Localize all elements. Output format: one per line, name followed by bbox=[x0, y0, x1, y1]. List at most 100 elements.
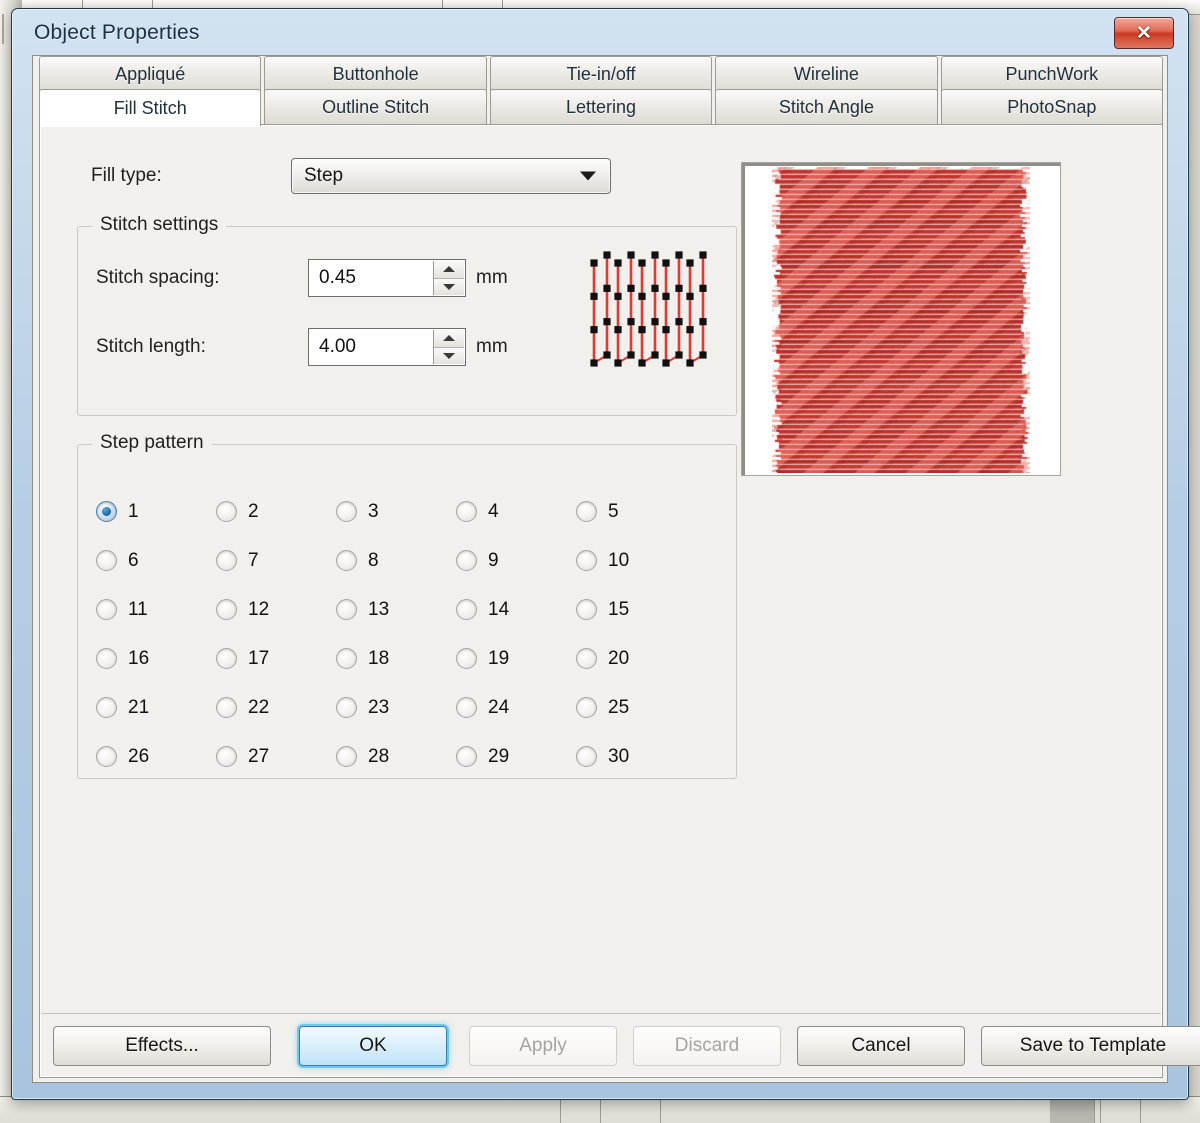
radio-button-icon[interactable] bbox=[336, 550, 357, 571]
radio-button-icon[interactable] bbox=[96, 599, 117, 620]
step-pattern-radio-6[interactable]: 6 bbox=[96, 536, 216, 585]
step-pattern-radio-26[interactable]: 26 bbox=[96, 732, 216, 781]
radio-button-icon[interactable] bbox=[216, 697, 237, 718]
step-pattern-radio-20[interactable]: 20 bbox=[576, 634, 696, 683]
step-pattern-radio-28[interactable]: 28 bbox=[336, 732, 456, 781]
preview-inner-shadow-left bbox=[742, 163, 745, 475]
step-pattern-radio-2[interactable]: 2 bbox=[216, 487, 336, 536]
spin-up-icon[interactable] bbox=[434, 261, 464, 279]
tab-stitch-angle[interactable]: Stitch Angle bbox=[715, 89, 938, 125]
tab-photosnap[interactable]: PhotoSnap bbox=[940, 89, 1164, 125]
fill-type-select[interactable]: Step bbox=[291, 158, 611, 194]
step-pattern-radio-label: 2 bbox=[248, 500, 259, 522]
radio-button-icon[interactable] bbox=[216, 648, 237, 669]
tab-fill-stitch[interactable]: Fill Stitch bbox=[39, 89, 262, 127]
step-pattern-radio-25[interactable]: 25 bbox=[576, 683, 696, 732]
step-pattern-radio-14[interactable]: 14 bbox=[456, 585, 576, 634]
radio-button-icon[interactable] bbox=[456, 648, 477, 669]
radio-button-icon[interactable] bbox=[216, 501, 237, 522]
step-pattern-radio-30[interactable]: 30 bbox=[576, 732, 696, 781]
step-pattern-radio-17[interactable]: 17 bbox=[216, 634, 336, 683]
step-pattern-radio-5[interactable]: 5 bbox=[576, 487, 696, 536]
step-pattern-radio-24[interactable]: 24 bbox=[456, 683, 576, 732]
step-pattern-radio-12[interactable]: 12 bbox=[216, 585, 336, 634]
radio-button-icon[interactable] bbox=[216, 550, 237, 571]
spin-up-icon[interactable] bbox=[434, 330, 464, 348]
radio-button-icon[interactable] bbox=[576, 746, 597, 767]
tab-wireline[interactable]: Wireline bbox=[715, 56, 938, 92]
step-pattern-radio-1[interactable]: 1 bbox=[96, 487, 216, 536]
radio-button-icon[interactable] bbox=[576, 599, 597, 620]
radio-button-icon[interactable] bbox=[456, 746, 477, 767]
stitch-length-input[interactable] bbox=[309, 328, 425, 366]
close-button[interactable]: ✕ bbox=[1114, 17, 1174, 49]
radio-button-icon[interactable] bbox=[456, 501, 477, 522]
radio-button-icon[interactable] bbox=[216, 599, 237, 620]
radio-button-icon[interactable] bbox=[576, 501, 597, 522]
save-to-template-button[interactable]: Save to Template bbox=[981, 1026, 1200, 1066]
radio-button-icon[interactable] bbox=[456, 550, 477, 571]
step-pattern-radio-8[interactable]: 8 bbox=[336, 536, 456, 585]
tab-row-lower: Fill Stitch Outline Stitch Lettering Sti… bbox=[39, 89, 1164, 127]
radio-button-icon[interactable] bbox=[336, 501, 357, 522]
step-pattern-radio-label: 21 bbox=[128, 696, 150, 718]
radio-button-icon[interactable] bbox=[216, 746, 237, 767]
step-pattern-radio-7[interactable]: 7 bbox=[216, 536, 336, 585]
step-pattern-radio-23[interactable]: 23 bbox=[336, 683, 456, 732]
radio-button-icon[interactable] bbox=[456, 697, 477, 718]
tab-buttonhole[interactable]: Buttonhole bbox=[264, 56, 487, 92]
spin-down-icon[interactable] bbox=[434, 278, 464, 295]
step-stitch-diagram-icon bbox=[590, 251, 707, 367]
step-pattern-radio-27[interactable]: 27 bbox=[216, 732, 336, 781]
tab-lettering[interactable]: Lettering bbox=[489, 89, 713, 125]
tab-applique[interactable]: Appliqué bbox=[39, 56, 262, 92]
ok-button[interactable]: OK bbox=[299, 1026, 447, 1066]
stitch-settings-legend: Stitch settings bbox=[92, 214, 227, 236]
spin-down-icon[interactable] bbox=[434, 347, 464, 364]
radio-button-icon[interactable] bbox=[336, 697, 357, 718]
tab-label: Tie-in/off bbox=[566, 64, 636, 84]
step-pattern-radio-13[interactable]: 13 bbox=[336, 585, 456, 634]
stitch-spacing-spin-buttons[interactable] bbox=[433, 261, 464, 295]
stitch-spacing-stepper[interactable] bbox=[308, 259, 466, 297]
step-pattern-radio-19[interactable]: 19 bbox=[456, 634, 576, 683]
radio-button-icon[interactable] bbox=[576, 550, 597, 571]
stitch-length-spin-buttons[interactable] bbox=[433, 330, 464, 364]
step-pattern-radio-3[interactable]: 3 bbox=[336, 487, 456, 536]
radio-button-icon[interactable] bbox=[336, 746, 357, 767]
step-pattern-radio-15[interactable]: 15 bbox=[576, 585, 696, 634]
radio-button-icon[interactable] bbox=[96, 746, 117, 767]
radio-button-icon[interactable] bbox=[456, 599, 477, 620]
radio-button-icon[interactable] bbox=[96, 697, 117, 718]
dialog-titlebar[interactable]: Object Properties ✕ bbox=[12, 9, 1188, 55]
radio-button-icon[interactable] bbox=[576, 697, 597, 718]
tab-punchwork[interactable]: PunchWork bbox=[940, 56, 1164, 92]
radio-button-icon[interactable] bbox=[336, 599, 357, 620]
step-pattern-radio-10[interactable]: 10 bbox=[576, 536, 696, 585]
step-pattern-radio-16[interactable]: 16 bbox=[96, 634, 216, 683]
radio-button-icon[interactable] bbox=[96, 501, 117, 522]
step-pattern-radio-label: 19 bbox=[488, 647, 510, 669]
effects-button[interactable]: Effects... bbox=[53, 1026, 271, 1066]
radio-button-icon[interactable] bbox=[576, 648, 597, 669]
step-pattern-radio-18[interactable]: 18 bbox=[336, 634, 456, 683]
step-pattern-radio-9[interactable]: 9 bbox=[456, 536, 576, 585]
step-pattern-radio-29[interactable]: 29 bbox=[456, 732, 576, 781]
tab-tie-in-off[interactable]: Tie-in/off bbox=[489, 56, 713, 92]
radio-button-icon[interactable] bbox=[96, 648, 117, 669]
step-pattern-radio-21[interactable]: 21 bbox=[96, 683, 216, 732]
stitch-length-stepper[interactable] bbox=[308, 328, 466, 366]
fill-type-label: Fill type: bbox=[91, 165, 162, 186]
cancel-button[interactable]: Cancel bbox=[797, 1026, 965, 1066]
background-toolbar-button bbox=[2, 14, 4, 44]
step-pattern-radio-22[interactable]: 22 bbox=[216, 683, 336, 732]
fill-type-value: Step bbox=[304, 165, 344, 186]
step-pattern-radio-label: 22 bbox=[248, 696, 270, 718]
stitch-spacing-input[interactable] bbox=[309, 259, 425, 297]
step-pattern-radio-11[interactable]: 11 bbox=[96, 585, 216, 634]
radio-button-icon[interactable] bbox=[96, 550, 117, 571]
step-pattern-radio-label: 24 bbox=[488, 696, 510, 718]
step-pattern-radio-4[interactable]: 4 bbox=[456, 487, 576, 536]
radio-button-icon[interactable] bbox=[336, 648, 357, 669]
tab-outline-stitch[interactable]: Outline Stitch bbox=[264, 89, 487, 125]
